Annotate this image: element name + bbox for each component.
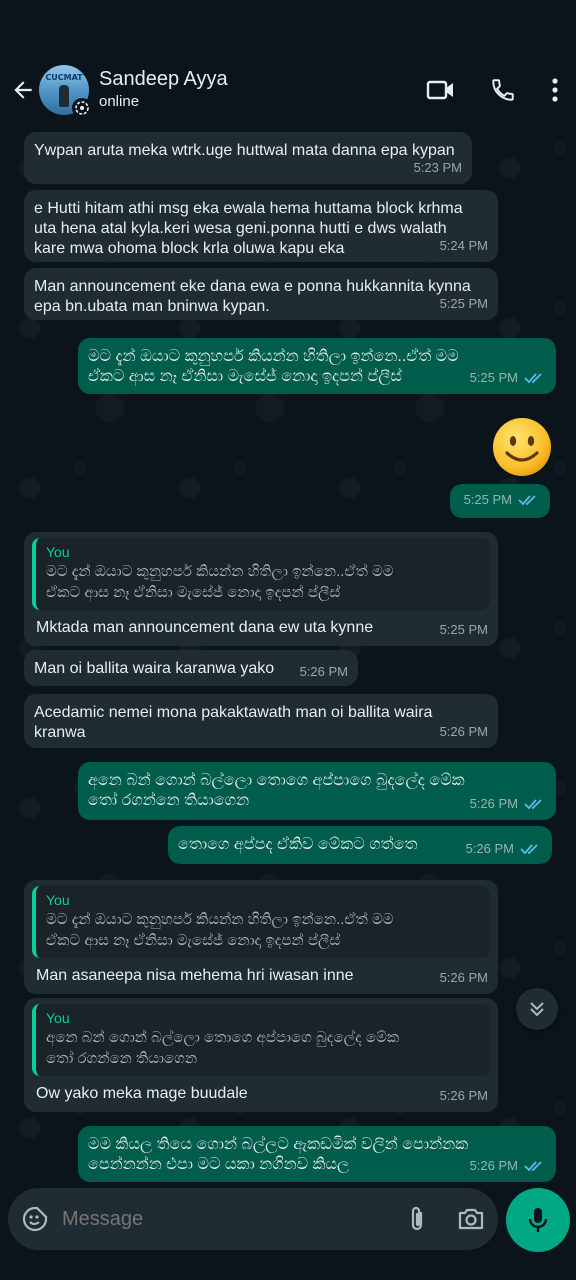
- voice-call-button[interactable]: [472, 52, 534, 128]
- message-input[interactable]: [62, 1188, 390, 1250]
- message-incoming[interactable]: Man oi ballita waira karanwa yako 5:26 P…: [24, 650, 358, 686]
- message-time: 5:25 PM: [439, 622, 488, 637]
- message-text: Acedamic nemei mona pakaktawath man oi b…: [34, 704, 433, 741]
- avatar-logo-text: CUCMAT: [45, 73, 83, 82]
- message-time: 5:26 PM: [465, 841, 514, 856]
- message-text: e Hutti hitam athi msg eka ewala hema hu…: [34, 200, 463, 257]
- quoted-author: You: [46, 1010, 70, 1026]
- video-call-button[interactable]: [410, 52, 472, 128]
- message-time: 5:26 PM: [439, 970, 488, 985]
- message-outgoing[interactable]: අනෙ බන් ගොන් බල්ලො තොගෙ අප්පාගෙ බුදලේද ම…: [78, 762, 556, 820]
- double-chevron-down-icon: [530, 1002, 544, 1017]
- quoted-text: මට දැන් ඔයාට කුනුහර්ප කියන්න හිතිලා ඉන්න…: [46, 911, 394, 949]
- quoted-author: You: [46, 892, 70, 908]
- message-time: 5:25 PM: [463, 492, 512, 507]
- more-vertical-icon: [552, 78, 558, 102]
- message-incoming[interactable]: Ywpan aruta meka wtrk.uge huttwal mata d…: [24, 132, 472, 184]
- more-options-button[interactable]: [534, 52, 576, 128]
- scroll-to-bottom-button[interactable]: [516, 988, 558, 1030]
- emoji-button[interactable]: [8, 1188, 62, 1250]
- quoted-message[interactable]: You අනෙ බන් ගොන් බල්ලො තොගෙ අප්පාගෙ බුදල…: [32, 1004, 490, 1076]
- message-time: 5:26 PM: [439, 1088, 488, 1103]
- message-outgoing[interactable]: මට දැන් ඔයාට කුනුහර්ප කියන්න හිතිලා ඉන්න…: [78, 338, 556, 394]
- chat-header: CUCMAT Sandeep Ayya online: [0, 52, 576, 128]
- voice-message-button[interactable]: [506, 1188, 570, 1252]
- camera-button[interactable]: [444, 1188, 498, 1250]
- read-receipt-icon: [520, 844, 538, 855]
- read-receipt-icon: [524, 373, 542, 384]
- contact-name: Sandeep Ayya: [99, 68, 228, 90]
- message-outgoing[interactable]: මම කියල තියෙ ගොන් බල්ලට ඇකඩමික් වලින් පො…: [78, 1126, 556, 1182]
- message-incoming-reply[interactable]: You අනෙ බන් ගොන් බල්ලො තොගෙ අප්පාගෙ බුදල…: [24, 998, 498, 1112]
- quoted-message[interactable]: You මට දැන් ඔයාට කුනුහර්ප කියන්න හිතිලා …: [32, 538, 490, 610]
- contact-info[interactable]: Sandeep Ayya online: [99, 67, 410, 113]
- arrow-left-icon: [14, 81, 32, 99]
- message-text: Mktada man announcement dana ew uta kynn…: [36, 619, 374, 636]
- message-incoming-reply[interactable]: You මට දැන් ඔයාට කුනුහර්ප කියන්න හිතිලා …: [24, 532, 498, 646]
- contact-status: online: [99, 93, 140, 110]
- slightly-smiling-face-icon[interactable]: [492, 417, 552, 477]
- message-text: Man asaneepa nisa mehema hri iwasan inne: [36, 967, 354, 984]
- microphone-icon: [528, 1208, 548, 1232]
- read-receipt-icon: [524, 799, 542, 810]
- sticker-smile-icon: [22, 1206, 48, 1232]
- paperclip-icon: [411, 1206, 423, 1231]
- status-bar: [0, 0, 576, 52]
- avatar[interactable]: CUCMAT: [39, 65, 92, 118]
- camera-icon: [458, 1208, 484, 1230]
- quoted-message[interactable]: You මට දැන් ඔයාට කුනුහර්ප කියන්න හිතිලා …: [32, 886, 490, 958]
- message-outgoing[interactable]: තොගෙ අප්පද ඒකිව මේකට ගත්තෙ 5:26 PM: [168, 826, 552, 864]
- attach-button[interactable]: [390, 1188, 444, 1250]
- message-outgoing-emoji[interactable]: 5:25 PM: [450, 484, 550, 518]
- read-receipt-icon: [524, 1161, 542, 1172]
- quoted-author: You: [46, 544, 70, 560]
- message-time: 5:23 PM: [413, 160, 462, 175]
- message-text: Man announcement eke dana ewa e ponna hu…: [34, 278, 471, 315]
- message-time: 5:25 PM: [439, 296, 488, 311]
- status-icon: [72, 98, 92, 118]
- system-navigation-bar: [0, 1258, 576, 1280]
- message-text: Ow yako meka mage buudale: [36, 1085, 248, 1102]
- message-time: 5:26 PM: [469, 796, 518, 811]
- message-time: 5:26 PM: [299, 664, 348, 679]
- message-time: 5:24 PM: [439, 238, 488, 253]
- message-text: Ywpan aruta meka wtrk.uge huttwal mata d…: [34, 142, 455, 159]
- message-incoming-reply[interactable]: You මට දැන් ඔයාට කුනුහර්ප කියන්න හිතිලා …: [24, 880, 498, 994]
- message-incoming[interactable]: Acedamic nemei mona pakaktawath man oi b…: [24, 694, 498, 748]
- quoted-text: අනෙ බන් ගොන් බල්ලො තොගෙ අප්පාගෙ බුදලේද ම…: [46, 1029, 400, 1067]
- phone-icon: [492, 79, 514, 101]
- message-time: 5:25 PM: [469, 370, 518, 385]
- message-composer: [8, 1188, 498, 1250]
- message-time: 5:26 PM: [439, 724, 488, 739]
- video-camera-icon: [426, 80, 453, 100]
- quoted-text: මට දැන් ඔයාට කුනුහර්ප කියන්න හිතිලා ඉන්න…: [46, 563, 394, 601]
- read-receipt-icon: [518, 495, 536, 506]
- message-list[interactable]: Ywpan aruta meka wtrk.uge huttwal mata d…: [0, 128, 576, 1188]
- message-time: 5:26 PM: [469, 1158, 518, 1173]
- message-incoming[interactable]: Man announcement eke dana ewa e ponna hu…: [24, 268, 498, 320]
- message-incoming[interactable]: e Hutti hitam athi msg eka ewala hema hu…: [24, 190, 498, 262]
